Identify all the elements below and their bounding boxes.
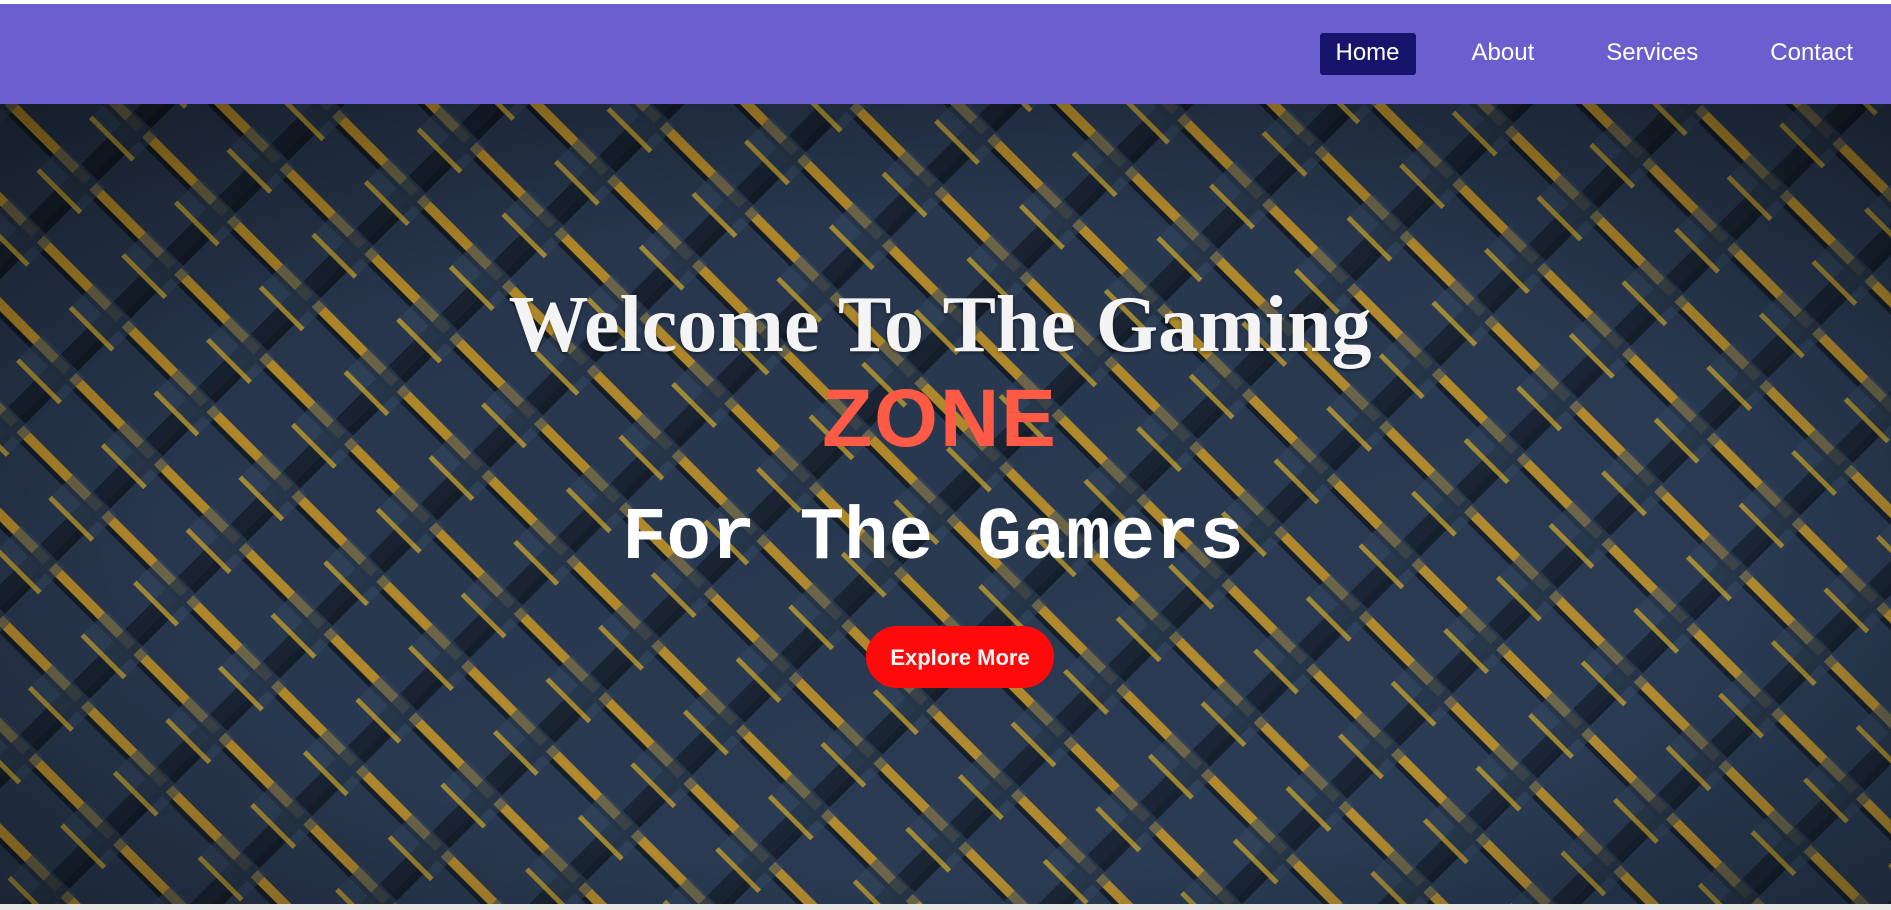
- hero-title: Welcome To The Gaming: [508, 281, 1372, 369]
- navbar: Home About Services Contact: [0, 4, 1891, 104]
- hero-highlight: ZONE: [822, 373, 1058, 464]
- hero-content: Welcome To The Gaming ZONE For The Gamer…: [0, 104, 1891, 904]
- nav-about-link[interactable]: About: [1456, 33, 1551, 75]
- explore-more-button[interactable]: Explore More: [866, 626, 1054, 688]
- nav-contact-link[interactable]: Contact: [1754, 33, 1869, 75]
- hero-section: Welcome To The Gaming ZONE For The Gamer…: [0, 104, 1891, 904]
- bottom-strip: [0, 904, 1891, 910]
- nav-home-link[interactable]: Home: [1319, 33, 1416, 75]
- hero-subtitle: For The Gamers: [622, 497, 1244, 581]
- nav-services-link[interactable]: Services: [1590, 33, 1714, 75]
